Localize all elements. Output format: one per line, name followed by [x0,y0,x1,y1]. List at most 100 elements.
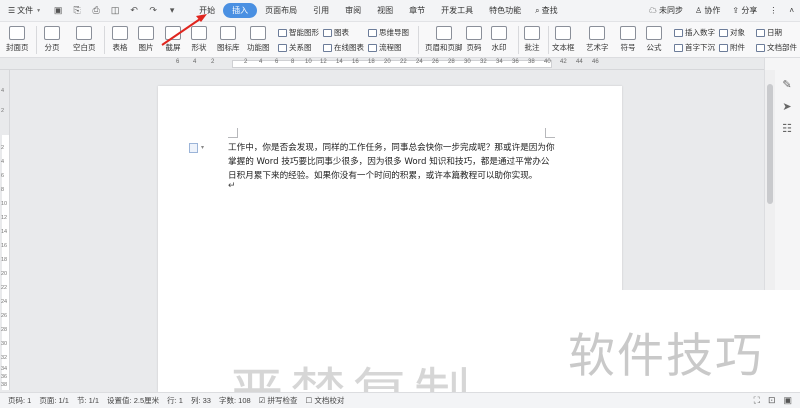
status-pages[interactable]: 页面: 1/1 [39,395,69,406]
cover-page-button[interactable]: 封面页 [6,26,29,53]
focus-mode-icon[interactable]: ⊡ [768,395,776,406]
ruler-number: 42 [560,59,567,65]
ruler-track [232,60,552,68]
date-button[interactable]: 日期 [756,27,782,38]
symbol-button[interactable]: 符号 [620,26,636,53]
pen-icon[interactable]: ✎ [780,78,794,92]
ruler-number: 22 [400,59,407,65]
redo-icon[interactable]: ↷ [148,5,158,16]
checkbox-icon: ☐ [305,396,313,405]
insert-number-button[interactable]: 插入数字 [674,27,715,38]
page-break-button[interactable]: 分页 [44,26,60,53]
ruler-number: 8 [291,59,295,65]
fullscreen-icon[interactable]: ⛶ [754,395,760,406]
omega-icon [620,26,636,40]
ruler-number: 40 [544,59,551,65]
search-button[interactable]: ⌕ 查找 [535,5,557,16]
object-button[interactable]: 对象 [719,27,745,38]
undo-icon[interactable]: ↶ [129,5,139,16]
collapse-icon[interactable]: ˄ [789,6,794,15]
vertical-ruler[interactable]: 4 2 2 4 6 8 10 12 14 16 18 20 22 24 26 2… [0,70,10,390]
watermark-bottom: 严禁复制 [228,350,476,392]
ruler-number: 20 [384,59,391,65]
print-icon[interactable]: ⎙ [91,5,101,16]
page-number-button[interactable]: 页码 [466,26,482,53]
status-section[interactable]: 节: 1/1 [77,395,99,406]
share-button[interactable]: ⇪ 分享 [732,5,757,16]
tab-features[interactable]: 特色功能 [481,3,529,18]
customize-icon[interactable]: ▾ [167,5,177,16]
comment-button[interactable]: 批注 [524,26,540,53]
function-graph-button[interactable]: 功能图 [247,26,270,53]
table-button[interactable]: 表格 [112,26,128,53]
online-chart-button[interactable]: 在线图表 [323,42,364,53]
status-page-number[interactable]: 页码: 1 [8,395,31,406]
ruler-number: 24 [416,59,423,65]
formula-button[interactable]: 公式 [646,26,662,53]
wordart-button[interactable]: 艺术字 [586,26,609,53]
tab-home[interactable]: 开始 [191,3,223,18]
shape-button[interactable]: 形状 [191,26,207,53]
textbox-button[interactable]: 文本框 [552,26,575,53]
watermark-button[interactable]: 水印 [491,26,507,53]
relation-graph-button[interactable]: 关系图 [278,42,312,53]
icon-library-button[interactable]: 图标库 [217,26,240,53]
cursor-icon[interactable]: ➤ [780,100,794,114]
collaborate-button[interactable]: ♙ 协作 [695,5,720,16]
screenshot-button[interactable]: 截屏 [165,26,181,53]
sync-button[interactable]: ☁ 未同步 [649,5,683,16]
reading-mode-icon[interactable]: ▣ [783,395,792,406]
ruler-number: 2 [1,145,5,151]
mindmap-button[interactable]: 思维导图 [368,27,409,38]
status-row: 行: 1 [167,396,183,405]
ruler-number: 14 [336,59,343,65]
document-paragraph[interactable]: 工作中，你是否会发现，同样的工作任务，同事总会快你一步完成呢？那或许是因为你掌握… [228,141,556,183]
file-menu[interactable]: ☰ 文件 ▼ [8,5,41,16]
status-setting[interactable]: 设置值: 2.5厘米 [107,395,159,406]
tab-view[interactable]: 视图 [369,3,401,18]
header-footer-icon [435,26,452,40]
function-graph-icon [250,26,267,40]
smartart-icon [278,28,287,37]
picture-button[interactable]: 图片 [138,26,154,53]
ruler-number: 8 [1,187,5,193]
chart-button[interactable]: 图表 [323,27,349,38]
tab-page-layout[interactable]: 页面布局 [257,3,305,18]
tab-references[interactable]: 引用 [305,3,337,18]
tab-developer[interactable]: 开发工具 [433,3,481,18]
tab-insert[interactable]: 插入 [223,3,258,18]
ruler-number: 32 [1,355,8,361]
flowchart-button[interactable]: 流程图 [368,42,402,53]
chevron-down-icon[interactable]: ▾ [201,144,204,151]
export-icon[interactable]: ⎘ [72,5,82,16]
smartart-button[interactable]: 智能图形 [278,27,319,38]
dropcap-button[interactable]: 首字下沉 [674,42,715,53]
ruler-number: 16 [352,59,359,65]
docparts-icon [756,43,765,52]
blank-page-button[interactable]: 空白页 [73,26,96,53]
doc-proofread-button[interactable]: ☐ 文档校对 [306,395,345,406]
checkbox-icon: ☑ [258,396,266,405]
attachment-button[interactable]: 附件 [719,42,745,53]
ruler-number: 24 [1,299,8,305]
settings-sliders-icon[interactable]: ☷ [780,122,794,136]
tab-section[interactable]: 章节 [401,3,433,18]
ruler-number: 16 [1,243,8,249]
header-footer-button[interactable]: 页眉和页脚 [425,26,463,53]
spellcheck-button[interactable]: ☑ 拼写检查 [259,395,298,406]
preview-icon[interactable]: ◫ [110,5,120,16]
ruler-number: 14 [1,229,8,235]
tab-review[interactable]: 审阅 [337,3,369,18]
status-bar: 页码: 1 页面: 1/1 节: 1/1 设置值: 2.5厘米 行: 1 列: … [0,392,800,408]
status-wordcount[interactable]: 字数: 108 [219,395,251,406]
paragraph-layout-icon[interactable] [189,143,198,153]
ruler-number: 6 [275,59,279,65]
scrollbar-thumb[interactable] [767,84,773,204]
ruler-number: 26 [1,313,8,319]
online-chart-icon [323,43,332,52]
save-icon[interactable]: ▣ [53,5,63,16]
textbox-icon [555,26,572,40]
horizontal-ruler[interactable]: 6 4 2 2 4 6 8 10 12 14 16 18 20 22 24 26… [0,58,800,70]
docparts-button[interactable]: 文档部件 [756,42,797,53]
more-icon[interactable]: ⋮ [769,6,777,15]
